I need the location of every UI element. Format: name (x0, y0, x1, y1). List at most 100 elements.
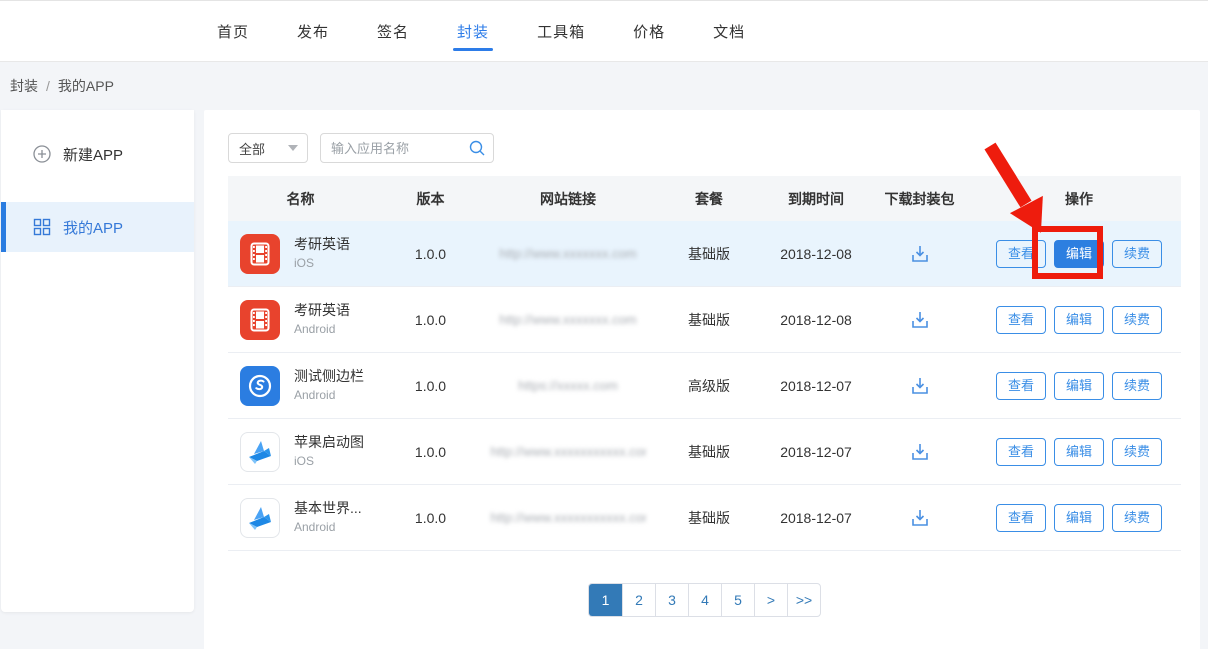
col-header-operations: 操作 (977, 189, 1181, 209)
col-header-version: 版本 (373, 189, 488, 209)
page-2[interactable]: 2 (622, 584, 655, 616)
app-name: 考研英语 (294, 302, 350, 320)
col-header-link: 网站链接 (488, 189, 648, 209)
plus-circle-icon (33, 145, 51, 163)
sidebar-item-new-app[interactable]: 新建APP (1, 132, 194, 176)
top-navigation-bar: 首页 发布 签名 封装 工具箱 价格 文档 (0, 0, 1208, 62)
nav-item-toolbox[interactable]: 工具箱 (513, 1, 609, 61)
view-button[interactable]: 查看 (996, 504, 1046, 532)
edit-button[interactable]: 编辑 (1054, 240, 1104, 268)
view-button[interactable]: 查看 (996, 438, 1046, 466)
app-version: 1.0.0 (373, 312, 488, 328)
app-platform: Android (294, 520, 362, 535)
app-name: 苹果启动图 (294, 434, 364, 452)
renew-button[interactable]: 续费 (1112, 438, 1162, 466)
breadcrumb-current: 我的APP (58, 76, 114, 96)
app-plan: 基础版 (648, 310, 770, 330)
app-version: 1.0.0 (373, 510, 488, 526)
edit-button[interactable]: 编辑 (1054, 372, 1104, 400)
app-platform: iOS (294, 454, 364, 469)
sidebar-item-label: 新建APP (63, 144, 123, 165)
app-platform: iOS (294, 256, 350, 271)
app-plan: 高级版 (648, 376, 770, 396)
nav-item-price[interactable]: 价格 (609, 1, 689, 61)
col-header-download: 下载封装包 (862, 189, 977, 209)
app-expire-date: 2018-12-08 (770, 312, 862, 328)
page-next[interactable]: > (754, 584, 787, 616)
app-version: 1.0.0 (373, 378, 488, 394)
search-box (320, 133, 494, 163)
breadcrumb-section[interactable]: 封装 (10, 76, 38, 96)
table-header: 名称 版本 网站链接 套餐 到期时间 下载封装包 操作 (228, 176, 1181, 221)
page-1[interactable]: 1 (589, 584, 622, 616)
download-icon[interactable] (908, 440, 932, 464)
app-url-blurred: http://www.xxxxxxxxxxx.com/x_... (491, 510, 646, 525)
breadcrumb: 封装 / 我的APP (0, 62, 1208, 110)
film-red-icon (240, 300, 280, 340)
breadcrumb-separator: / (46, 78, 50, 94)
download-icon[interactable] (908, 308, 932, 332)
app-url-blurred: http://www.xxxxxxxxxxx.com/x_... (491, 444, 646, 459)
nav-item-home[interactable]: 首页 (193, 1, 273, 61)
app-version: 1.0.0 (373, 444, 488, 460)
app-url-blurred: http://www.xxxxxxx.com (499, 312, 636, 327)
app-plan: 基础版 (648, 442, 770, 462)
renew-button[interactable]: 续费 (1112, 240, 1162, 268)
nav-item-publish[interactable]: 发布 (273, 1, 353, 61)
app-plan: 基础版 (648, 244, 770, 264)
view-button[interactable]: 查看 (996, 372, 1046, 400)
sidebar: 新建APP 我的APP (1, 110, 194, 612)
film-red-icon (240, 234, 280, 274)
s-circle-blue-icon (240, 366, 280, 406)
app-version: 1.0.0 (373, 246, 488, 262)
page-4[interactable]: 4 (688, 584, 721, 616)
main-nav: 首页 发布 签名 封装 工具箱 价格 文档 (193, 1, 769, 61)
renew-button[interactable]: 续费 (1112, 306, 1162, 334)
nav-item-docs[interactable]: 文档 (689, 1, 769, 61)
col-header-plan: 套餐 (648, 189, 770, 209)
view-button[interactable]: 查看 (996, 306, 1046, 334)
app-url-blurred: https://xxxxx.com (518, 378, 618, 393)
chevron-down-icon (288, 145, 298, 151)
app-expire-date: 2018-12-07 (770, 378, 862, 394)
col-header-expire: 到期时间 (770, 189, 862, 209)
paper-bird-icon (240, 498, 280, 538)
app-plan: 基础版 (648, 508, 770, 528)
renew-button[interactable]: 续费 (1112, 504, 1162, 532)
edit-button[interactable]: 编辑 (1054, 306, 1104, 334)
app-expire-date: 2018-12-07 (770, 444, 862, 460)
table-row: 苹果启动图 iOS 1.0.0 http://www.xxxxxxxxxxx.c… (228, 419, 1181, 485)
download-icon[interactable] (908, 242, 932, 266)
sidebar-item-label: 我的APP (63, 217, 123, 238)
paper-bird-icon (240, 432, 280, 472)
view-button[interactable]: 查看 (996, 240, 1046, 268)
nav-item-sign[interactable]: 签名 (353, 1, 433, 61)
app-url-blurred: http://www.xxxxxxx.com (499, 246, 636, 261)
app-expire-date: 2018-12-07 (770, 510, 862, 526)
dropdown-value: 全部 (239, 139, 265, 158)
category-dropdown[interactable]: 全部 (228, 133, 308, 163)
app-name: 基本世界... (294, 500, 362, 518)
page-3[interactable]: 3 (655, 584, 688, 616)
grid-icon (33, 218, 51, 236)
page-last[interactable]: >> (787, 584, 820, 616)
download-icon[interactable] (908, 506, 932, 530)
page-5[interactable]: 5 (721, 584, 754, 616)
nav-item-package-active[interactable]: 封装 (433, 1, 513, 61)
main-panel: 全部 名称 版本 网站链接 套餐 到期时间 下载封装包 操作 (204, 110, 1200, 649)
pagination: 1 2 3 4 5 > >> (228, 583, 1181, 617)
app-platform: Android (294, 322, 350, 337)
search-icon[interactable] (468, 139, 486, 162)
app-name: 测试侧边栏 (294, 368, 364, 386)
download-icon[interactable] (908, 374, 932, 398)
app-name: 考研英语 (294, 236, 350, 254)
edit-button[interactable]: 编辑 (1054, 438, 1104, 466)
renew-button[interactable]: 续费 (1112, 372, 1162, 400)
table-row: 基本世界... Android 1.0.0 http://www.xxxxxxx… (228, 485, 1181, 551)
sidebar-item-my-app[interactable]: 我的APP (1, 202, 194, 252)
table-row: 考研英语 iOS 1.0.0 http://www.xxxxxxx.com 基础… (228, 221, 1181, 287)
edit-button[interactable]: 编辑 (1054, 504, 1104, 532)
app-table: 名称 版本 网站链接 套餐 到期时间 下载封装包 操作 考研英语 (228, 176, 1181, 551)
app-platform: Android (294, 388, 364, 403)
app-expire-date: 2018-12-08 (770, 246, 862, 262)
